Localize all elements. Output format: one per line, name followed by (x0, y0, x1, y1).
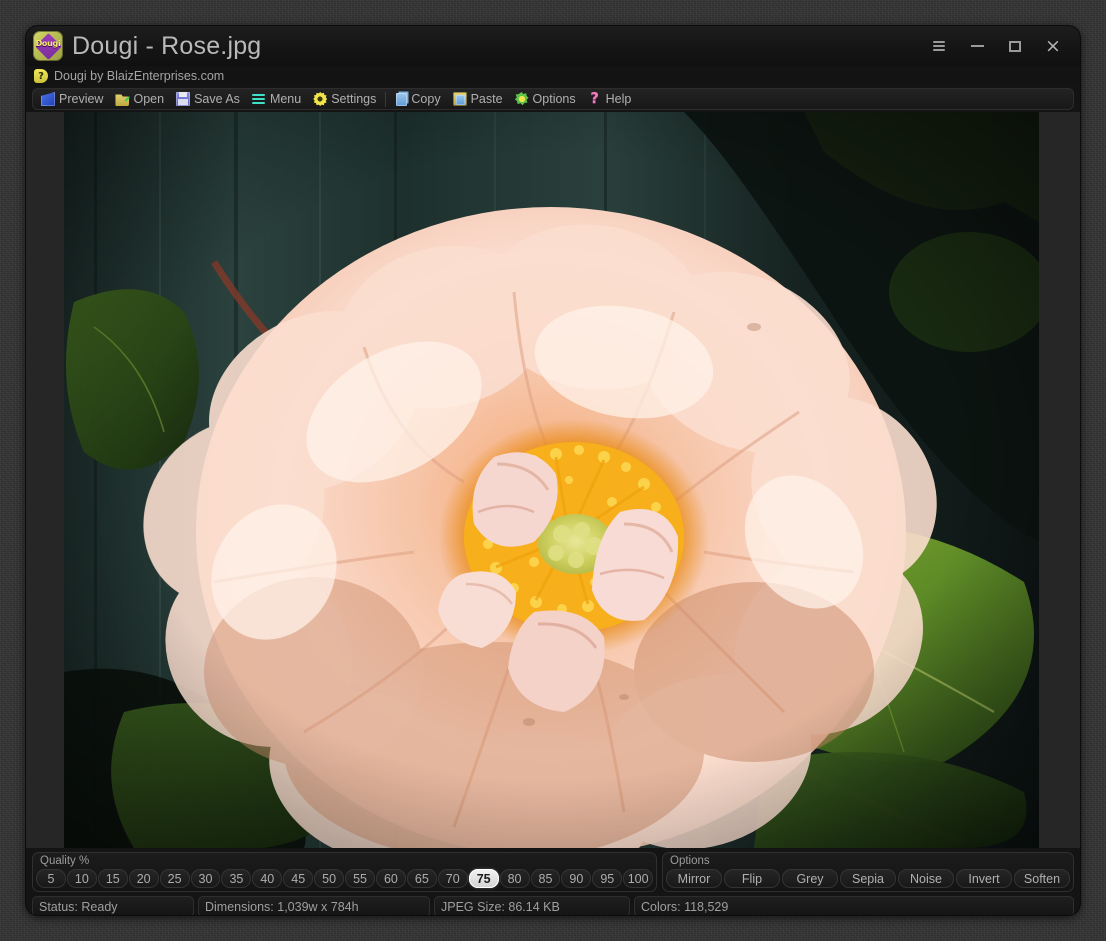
window-controls: × (920, 26, 1072, 66)
floppy-save-icon (176, 92, 191, 106)
toolbar-label: Paste (470, 92, 503, 106)
quality-button-20[interactable]: 20 (128, 869, 159, 888)
quality-button-row: 5 10 15 20 25 30 35 40 45 50 55 60 65 70… (36, 869, 654, 888)
toolbar-button-preview[interactable]: Preview (35, 89, 109, 109)
quality-button-90[interactable]: 90 (561, 869, 592, 888)
toolbar-button-options[interactable]: Options (509, 89, 582, 109)
toolbar-label: Help (605, 92, 632, 106)
open-folder-icon (115, 94, 130, 106)
rose-photograph[interactable] (64, 112, 1039, 848)
close-icon: × (1045, 34, 1061, 57)
toolbar-label: Settings (331, 92, 377, 106)
toolbar-button-settings[interactable]: Settings (307, 89, 382, 109)
status-cell-dimensions: Dimensions: 1,039w x 784h (198, 896, 430, 915)
status-bar: Status: Ready Dimensions: 1,039w x 784h … (32, 896, 1074, 915)
maximize-button[interactable] (996, 30, 1034, 62)
stack-lines-icon (933, 41, 945, 51)
bottom-panel-row: Quality % 5 10 15 20 25 30 35 40 45 50 5… (26, 848, 1080, 892)
status-cell-state: Status: Ready (32, 896, 194, 915)
preview-icon (41, 92, 55, 106)
quality-panel: Quality % 5 10 15 20 25 30 35 40 45 50 5… (32, 852, 657, 892)
toolbar-label: Options (532, 92, 576, 106)
main-toolbar: Preview Open Save As Menu Settings Copy … (32, 88, 1074, 110)
paste-icon (452, 92, 467, 106)
app-icon-label: Dougi (35, 39, 61, 48)
option-button-grey[interactable]: Grey (782, 869, 838, 888)
toolbar-label: Menu (269, 92, 302, 106)
quality-button-55[interactable]: 55 (345, 869, 375, 888)
branding-text: Dougi by BlaizEnterprises.com (54, 69, 225, 83)
quality-button-75[interactable]: 75 (468, 869, 499, 888)
toolbar-button-menu[interactable]: Menu (246, 89, 307, 109)
toolbar-button-paste[interactable]: Paste (447, 89, 509, 109)
toolbar-button-save-as[interactable]: Save As (170, 89, 246, 109)
quality-button-40[interactable]: 40 (252, 869, 283, 888)
gear-icon (313, 92, 328, 106)
minimize-button[interactable] (958, 30, 996, 62)
option-button-invert[interactable]: Invert (956, 869, 1012, 888)
toolbar-label: Preview (59, 92, 104, 106)
quality-button-30[interactable]: 30 (190, 869, 221, 888)
option-button-mirror[interactable]: Mirror (666, 869, 722, 888)
title-bar[interactable]: Dougi Dougi - Rose.jpg × (26, 26, 1080, 66)
question-mark-icon: ? (590, 89, 599, 107)
toolbar-button-copy[interactable]: Copy (389, 89, 446, 109)
quality-button-50[interactable]: 50 (314, 869, 345, 888)
toolbar-divider (385, 91, 387, 107)
quality-button-60[interactable]: 60 (375, 869, 406, 888)
quality-button-100[interactable]: 100 (623, 869, 654, 888)
hamburger-menu-icon (251, 92, 266, 106)
quality-button-25[interactable]: 25 (159, 869, 190, 888)
quality-button-15[interactable]: 15 (97, 869, 128, 888)
status-cell-jpeg-size: JPEG Size: 86.14 KB (434, 896, 630, 915)
quality-button-10[interactable]: 10 (66, 869, 97, 888)
rose-photo-render (64, 112, 1039, 848)
option-button-flip[interactable]: Flip (724, 869, 780, 888)
page-title: Dougi - Rose.jpg (72, 31, 262, 60)
quality-panel-title: Quality % (40, 855, 90, 867)
toolbar-label: Open (133, 92, 165, 106)
desktop-background: Dougi Dougi - Rose.jpg × ? Dougi by Blai… (0, 0, 1106, 941)
window-stack-menu-button[interactable] (920, 30, 958, 62)
toolbar-button-help[interactable]: ? Help (582, 89, 638, 109)
dougi-app-icon: Dougi (33, 31, 63, 61)
quality-button-35[interactable]: 35 (221, 869, 252, 888)
quality-button-5[interactable]: 5 (36, 869, 66, 888)
options-button-row: Mirror Flip Grey Sepia Noise Invert Soft… (666, 869, 1070, 888)
toolbar-button-open[interactable]: Open (109, 89, 170, 109)
quality-button-45[interactable]: 45 (283, 869, 314, 888)
quality-button-95[interactable]: 95 (592, 869, 623, 888)
minimize-icon (970, 45, 984, 47)
option-button-soften[interactable]: Soften (1014, 869, 1070, 888)
dougi-application-window: Dougi Dougi - Rose.jpg × ? Dougi by Blai… (26, 26, 1080, 915)
options-panel: Options Mirror Flip Grey Sepia Noise Inv… (662, 852, 1074, 892)
quality-button-65[interactable]: 65 (406, 869, 437, 888)
question-mark-icon[interactable]: ? (34, 69, 48, 83)
status-cell-colors: Colors: 118,529 (634, 896, 1074, 915)
maximize-icon (1009, 40, 1021, 52)
option-button-sepia[interactable]: Sepia (840, 869, 896, 888)
option-button-noise[interactable]: Noise (898, 869, 954, 888)
close-button[interactable]: × (1034, 30, 1072, 62)
toolbar-label: Save As (194, 92, 240, 106)
flower-options-icon (514, 92, 529, 106)
branding-bar: ? Dougi by BlaizEnterprises.com (26, 66, 1080, 86)
copy-icon (396, 92, 408, 106)
toolbar-label: Copy (411, 92, 441, 106)
quality-button-70[interactable]: 70 (437, 869, 468, 888)
image-canvas-area[interactable] (26, 112, 1080, 848)
quality-button-85[interactable]: 85 (530, 869, 561, 888)
options-panel-title: Options (670, 855, 710, 867)
quality-button-80[interactable]: 80 (499, 869, 530, 888)
